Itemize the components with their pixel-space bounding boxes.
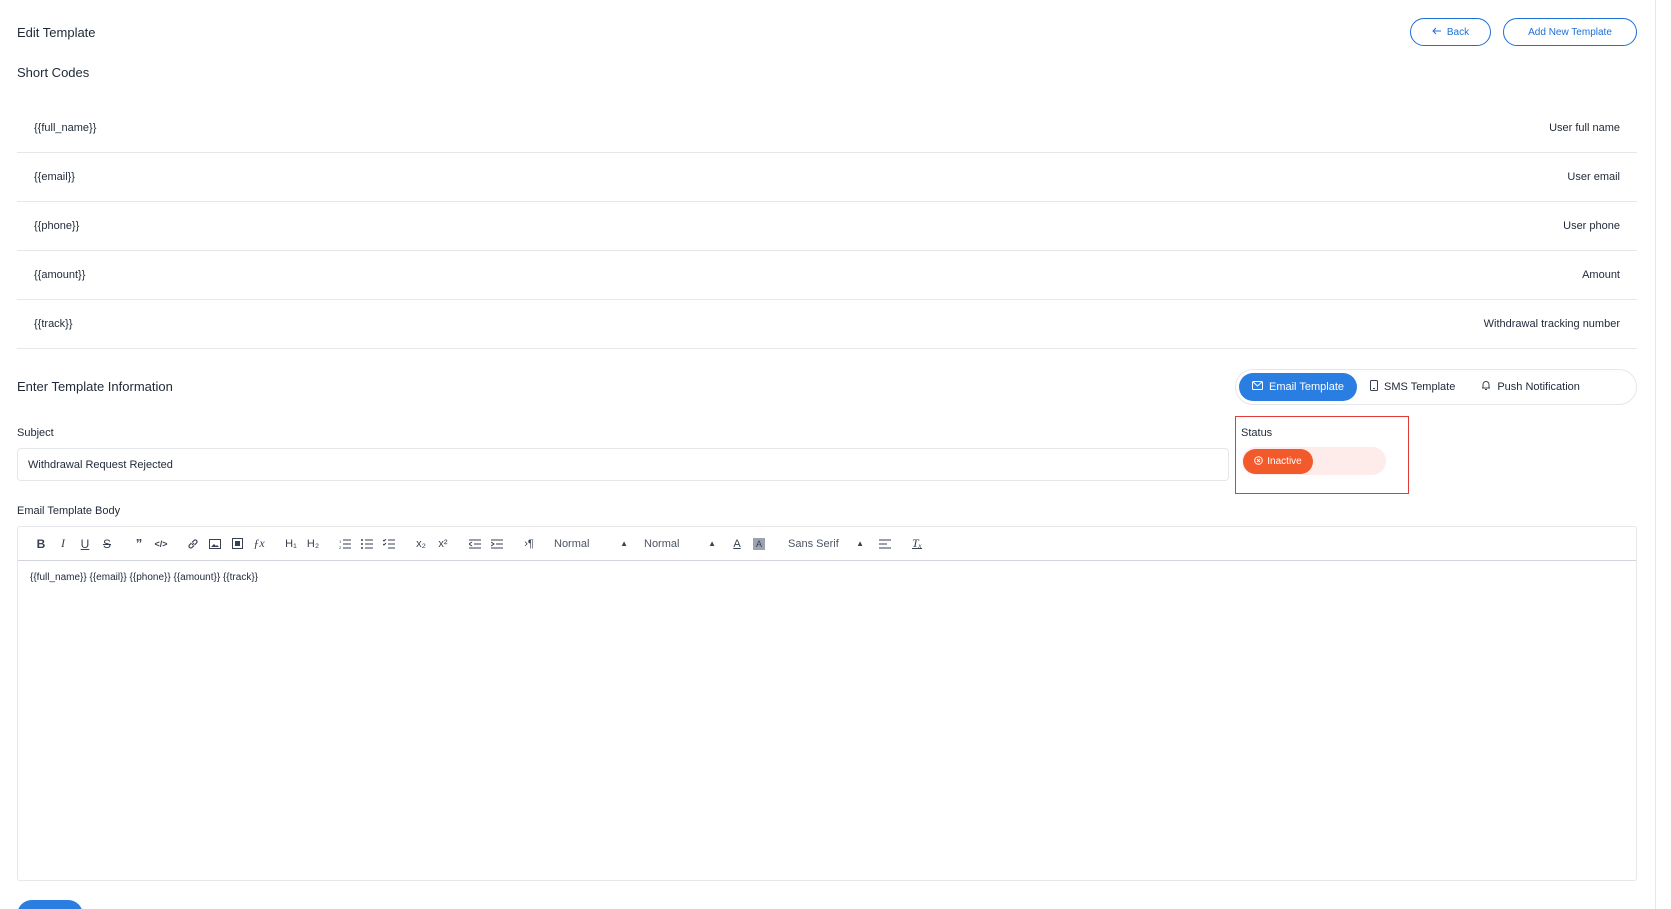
ordered-list-icon[interactable]: 12 (334, 533, 356, 555)
align-icon[interactable] (874, 533, 896, 555)
status-value: Inactive (1267, 456, 1302, 467)
tab-sms-template[interactable]: SMS Template (1357, 373, 1468, 401)
template-type-tabs: Email Template SMS Template Push Notific… (1235, 369, 1637, 405)
template-info-title: Enter Template Information (17, 379, 173, 394)
font-color-icon[interactable]: A (726, 533, 748, 555)
svg-text:1: 1 (339, 539, 342, 544)
submit-button[interactable] (17, 900, 83, 909)
select-caret-icon: ▲︎ (708, 539, 716, 548)
short-code: {{track}} (34, 318, 73, 330)
size-select[interactable]: Normal ▲︎ (644, 538, 716, 550)
add-new-template-button[interactable]: Add New Template (1503, 18, 1637, 46)
outdent-icon[interactable] (464, 533, 486, 555)
short-code-description: Amount (1582, 269, 1620, 281)
indent-icon[interactable] (486, 533, 508, 555)
short-code: {{email}} (34, 171, 75, 183)
table-row: {{email}} User email (17, 153, 1637, 202)
table-row: {{phone}} User phone (17, 202, 1637, 251)
short-code-description: User phone (1563, 220, 1620, 232)
clear-format-icon[interactable]: Tₓ (906, 533, 928, 555)
strikethrough-icon[interactable]: S (96, 533, 118, 555)
formula-icon[interactable]: ƒx (248, 533, 270, 555)
subscript-icon[interactable]: x₂ (410, 533, 432, 555)
image-icon[interactable] (204, 533, 226, 555)
rich-text-editor: B I U S ” </> ƒx H₁ H₂ 12 x₂ x² ›¶ Norma… (17, 526, 1637, 881)
table-row: {{track}} Withdrawal tracking number (17, 300, 1637, 349)
short-code-description: User email (1567, 171, 1620, 183)
subject-label: Subject (17, 427, 54, 439)
short-code: {{phone}} (34, 220, 80, 232)
font-select-value: Sans Serif (788, 537, 839, 550)
checklist-icon[interactable] (378, 533, 400, 555)
short-codes-title: Short Codes (17, 65, 90, 80)
subject-input[interactable] (17, 448, 1229, 481)
add-new-template-label: Add New Template (1528, 26, 1612, 38)
tab-label: Push Notification (1497, 381, 1580, 393)
heading-1-icon[interactable]: H₁ (280, 533, 302, 555)
back-button[interactable]: Back (1410, 18, 1491, 46)
short-code: {{full_name}} (34, 122, 97, 134)
blockquote-icon[interactable]: ” (128, 533, 150, 555)
bold-icon[interactable]: B (30, 533, 52, 555)
status-label: Status (1241, 427, 1273, 439)
svg-text:2: 2 (339, 545, 342, 549)
video-icon[interactable] (226, 533, 248, 555)
editor-content[interactable]: {{full_name}} {{email}} {{phone}} {{amou… (18, 561, 1636, 881)
code-icon[interactable]: </> (150, 533, 172, 555)
underline-icon[interactable]: U (74, 533, 96, 555)
bullet-list-icon[interactable] (356, 533, 378, 555)
tab-email-template[interactable]: Email Template (1239, 373, 1357, 401)
heading-2-icon[interactable]: H₂ (302, 533, 324, 555)
table-row: {{full_name}} User full name (17, 104, 1637, 153)
italic-icon[interactable]: I (52, 533, 74, 555)
page-right-border (1655, 0, 1656, 909)
table-row: {{amount}} Amount (17, 251, 1637, 300)
select-caret-icon: ▲︎ (620, 539, 628, 548)
text-direction-icon[interactable]: ›¶ (518, 533, 540, 555)
tab-push-notification[interactable]: Push Notification (1468, 373, 1593, 401)
superscript-icon[interactable]: x² (432, 533, 454, 555)
page-title: Edit Template (17, 25, 96, 40)
short-code-description: User full name (1549, 122, 1620, 134)
mail-icon (1252, 381, 1263, 393)
header-select-value: Normal (554, 537, 590, 550)
phone-icon (1370, 380, 1378, 394)
short-codes-list: {{full_name}} User full name {{email}} U… (17, 104, 1637, 349)
select-caret-icon: ▲︎ (856, 539, 864, 548)
size-select-value: Normal (644, 537, 680, 550)
bell-icon (1481, 380, 1491, 394)
tab-label: SMS Template (1384, 381, 1456, 393)
background-color-icon[interactable]: A (748, 533, 770, 555)
header-select[interactable]: Normal ▲︎ (554, 538, 628, 550)
link-icon[interactable] (182, 533, 204, 555)
editor-toolbar: B I U S ” </> ƒx H₁ H₂ 12 x₂ x² ›¶ Norma… (18, 527, 1636, 561)
tab-label: Email Template (1269, 381, 1344, 393)
short-code: {{amount}} (34, 269, 86, 281)
status-badge: Inactive (1243, 449, 1313, 474)
short-code-description: Withdrawal tracking number (1483, 318, 1620, 330)
arrow-left-icon (1432, 27, 1442, 38)
close-circle-icon (1254, 455, 1264, 468)
back-button-label: Back (1446, 26, 1470, 38)
email-body-label: Email Template Body (17, 505, 121, 517)
font-select[interactable]: Sans Serif ▲︎ (788, 538, 864, 550)
